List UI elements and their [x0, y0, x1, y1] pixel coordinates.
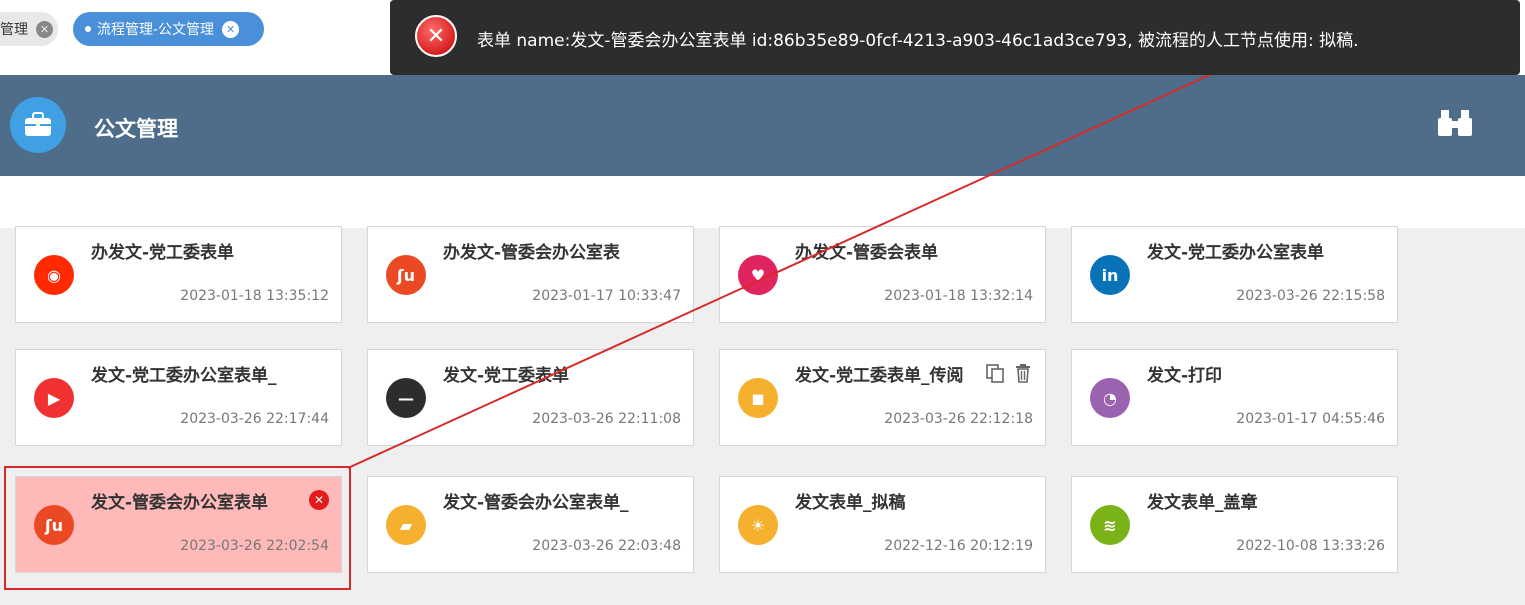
- form-card[interactable]: ▰ 发文-管委会办公室表单_ 2023-03-26 22:03:48: [367, 476, 694, 573]
- close-icon[interactable]: ✕: [36, 20, 53, 38]
- form-card[interactable]: in 发文-党工委办公室表单 2023-03-26 22:15:58: [1071, 226, 1398, 323]
- card-title: 发文表单_拟稿: [795, 493, 906, 513]
- stumbleupon-icon: ʃu: [386, 255, 426, 295]
- tab-process-document[interactable]: 流程管理-公文管理 ✕: [73, 12, 264, 46]
- palm-island-icon: ☀: [738, 505, 778, 545]
- form-card[interactable]: ʃu 办发文-管委会办公室表 2023-01-17 10:33:47: [367, 226, 694, 323]
- form-card[interactable]: ▶ 发文-党工委办公室表单_ 2023-03-26 22:17:44: [15, 349, 342, 446]
- card-title: 发文-党工委办公室表单_: [91, 366, 277, 386]
- reddit-icon: ◉: [34, 255, 74, 295]
- card-date: 2023-03-26 22:17:44: [180, 411, 329, 427]
- toolbar-area: [0, 176, 1525, 228]
- heart-icon: ♥: [738, 255, 778, 295]
- tab-prev[interactable]: 管理 ✕: [0, 12, 58, 46]
- card-title: 发文-党工委表单_传阅: [795, 366, 964, 386]
- form-card[interactable]: ≋ 发文表单_盖章 2022-10-08 13:33:26: [1071, 476, 1398, 573]
- page-title: 公文管理: [94, 117, 178, 141]
- card-title: 办发文-管委会表单: [795, 243, 939, 263]
- linkedin-icon: in: [1090, 255, 1130, 295]
- page-header: [0, 75, 1525, 176]
- youtube-icon: ▶: [34, 378, 74, 418]
- card-date: 2022-10-08 13:33:26: [1236, 538, 1385, 554]
- delete-badge-icon[interactable]: ✕: [309, 490, 329, 510]
- form-card[interactable]: ♥ 办发文-管委会表单 2023-01-18 13:32:14: [719, 226, 1046, 323]
- active-dot-icon: [85, 26, 91, 32]
- card-title: 发文-管委会办公室表单_: [443, 493, 629, 513]
- card-date: 2023-01-17 04:55:46: [1236, 411, 1385, 427]
- film-camera-icon: ◼: [738, 378, 778, 418]
- card-date: 2023-01-18 13:35:12: [180, 288, 329, 304]
- card-title: 办发文-管委会办公室表: [443, 243, 621, 263]
- card-date: 2023-03-26 22:03:48: [532, 538, 681, 554]
- minus-icon: —: [386, 378, 426, 418]
- copy-icon[interactable]: [985, 363, 1005, 383]
- form-card[interactable]: ◉ 办发文-党工委表单 2023-01-18 13:35:12: [15, 226, 342, 323]
- briefcase-icon: [10, 97, 66, 153]
- selection-highlight: [4, 466, 351, 590]
- chart-board-icon: ▰: [386, 505, 426, 545]
- card-title: 发文表单_盖章: [1147, 493, 1258, 513]
- card-date: 2022-12-16 20:12:19: [884, 538, 1033, 554]
- card-date: 2023-03-26 22:15:58: [1236, 288, 1385, 304]
- card-title: 发文-打印: [1147, 366, 1223, 386]
- trash-icon[interactable]: [1013, 363, 1033, 383]
- card-title: 发文-党工委办公室表单: [1147, 243, 1325, 263]
- card-title: 办发文-党工委表单: [91, 243, 235, 263]
- card-date: 2023-01-17 10:33:47: [532, 288, 681, 304]
- tab-label: 管理: [0, 22, 28, 38]
- tab-label: 流程管理-公文管理: [97, 22, 215, 38]
- form-card[interactable]: — 发文-党工委表单 2023-03-26 22:11:08: [367, 349, 694, 446]
- card-date: 2023-01-18 13:32:14: [884, 288, 1033, 304]
- close-icon[interactable]: ✕: [222, 20, 240, 38]
- card-date: 2023-03-26 22:11:08: [532, 411, 681, 427]
- form-card[interactable]: ◔ 发文-打印 2023-01-17 04:55:46: [1071, 349, 1398, 446]
- error-icon: ✕: [415, 15, 457, 57]
- binoculars-icon[interactable]: [1437, 108, 1473, 138]
- spotify-icon: ≋: [1090, 505, 1130, 545]
- card-date: 2023-03-26 22:12:18: [884, 411, 1033, 427]
- picasa-icon: ◔: [1090, 378, 1130, 418]
- card-title: 发文-党工委表单: [443, 366, 570, 386]
- toast-message: 表单 name:发文-管委会办公室表单 id:86b35e89-0fcf-421…: [477, 31, 1359, 51]
- form-card[interactable]: ☀ 发文表单_拟稿 2022-12-16 20:12:19: [719, 476, 1046, 573]
